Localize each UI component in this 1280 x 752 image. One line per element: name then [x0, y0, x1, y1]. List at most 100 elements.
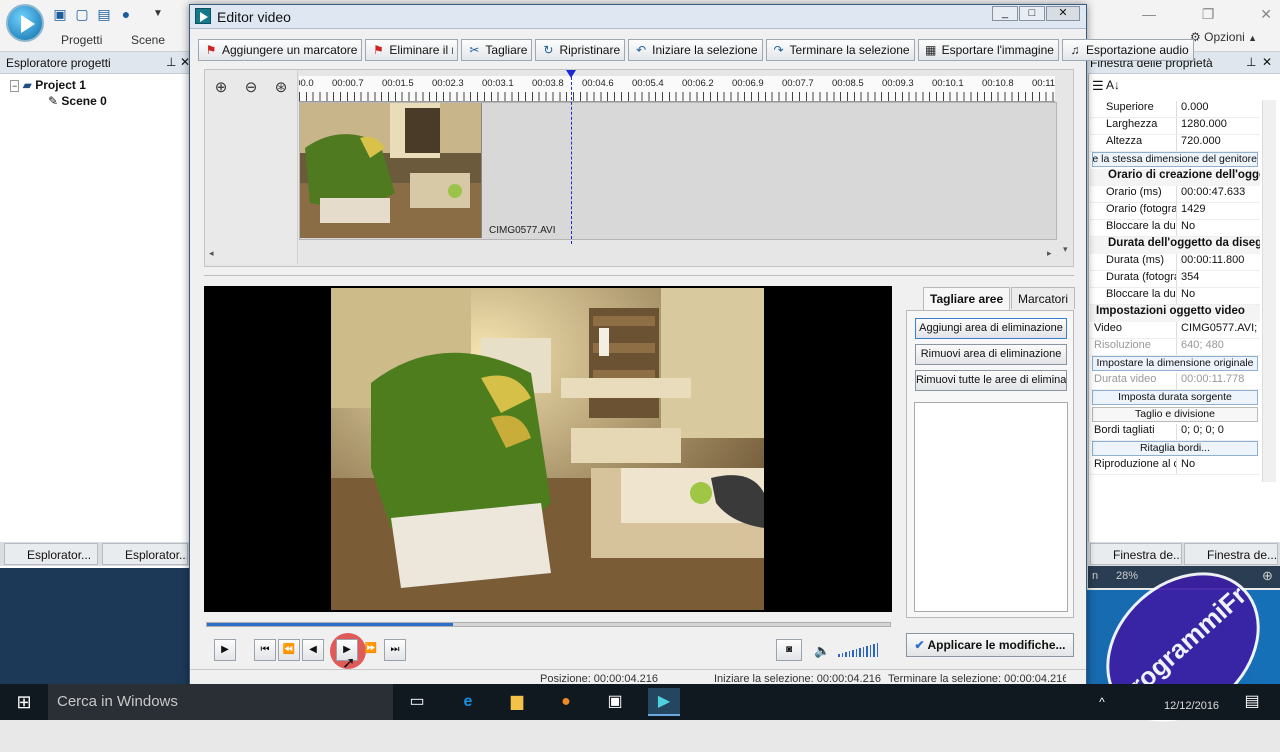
new-project-icon[interactable]: ▣	[52, 6, 68, 22]
add-delete-area-button[interactable]: Aggiungi area di eliminazione	[915, 318, 1067, 339]
delete-marker-button[interactable]: ⚑ Eliminare il m...	[365, 39, 459, 61]
timeline-scrollbar[interactable]: ◂ ▸ ▾	[205, 244, 1071, 264]
task-view-icon[interactable]: ▭	[403, 688, 431, 716]
prop-value[interactable]: 0.000	[1176, 101, 1260, 117]
scroll-left-icon[interactable]: ◂	[209, 248, 214, 259]
remove-delete-area-button[interactable]: Rimuovi area di eliminazione	[915, 344, 1067, 365]
play-button[interactable]: ▶	[214, 639, 236, 661]
tab-properties-2[interactable]: Finestra de...	[1184, 543, 1278, 565]
prop-value[interactable]: 00:00:11.800	[1176, 254, 1260, 270]
prop-value[interactable]: CIMG0577.AVI;	[1176, 322, 1260, 338]
video-editor-taskbar-icon[interactable]: ▶	[648, 688, 680, 716]
prop-category-duration[interactable]: Durata dell'oggetto da disegnare	[1090, 237, 1260, 254]
snapshot-button[interactable]: ◙	[776, 639, 802, 661]
prop-row-top[interactable]: Superiore 0.000	[1090, 101, 1260, 118]
zoom-fit-icon[interactable]: ⊛	[271, 78, 291, 98]
prop-row-video[interactable]: Video CIMG0577.AVI;	[1090, 322, 1260, 339]
restore-icon[interactable]: ❐	[1202, 6, 1215, 26]
timeline-ruler[interactable]: 00:00.0 00:00.7 00:01.5 00:02.3 00:03.1 00:03…	[299, 76, 1055, 102]
zoom-in-icon[interactable]: ⊕	[1262, 568, 1273, 584]
prop-row-height[interactable]: Altezza 720.000	[1090, 135, 1260, 152]
options-button[interactable]: ⚙ Opzioni ▲	[1190, 30, 1257, 44]
minimize-icon[interactable]: —	[1142, 6, 1156, 26]
zoom-in-icon[interactable]: ⊕	[211, 78, 231, 98]
tree-node-scene[interactable]: ✎ Scene 0	[48, 94, 107, 108]
prop-row-duration-frames[interactable]: Durata (fotogrammi)354	[1090, 271, 1260, 288]
cut-button[interactable]: ✂ Tagliare	[461, 39, 533, 61]
prop-value[interactable]: No	[1176, 458, 1260, 474]
edge-browser-icon[interactable]: e	[454, 688, 482, 716]
go-end-button[interactable]: ⏭	[384, 639, 406, 661]
set-original-size-button[interactable]: Impostare la dimensione originale	[1092, 356, 1258, 371]
notifications-icon[interactable]: ▤	[1238, 688, 1266, 716]
prop-row-time-frames[interactable]: Orario (fotogrammi)1429	[1090, 203, 1260, 220]
play-project-icon[interactable]: ●	[118, 6, 134, 22]
minimize-button[interactable]: _	[992, 6, 1018, 21]
prop-value[interactable]: 1280.000	[1176, 118, 1260, 134]
pin-icon[interactable]: ⊥	[166, 55, 176, 69]
step-back-button[interactable]: ◀	[302, 639, 324, 661]
taskbar-clock[interactable]: 12/12/2016	[1164, 688, 1219, 712]
prop-value[interactable]: 1429	[1176, 203, 1260, 219]
tree-node-project[interactable]: − ▰ Project 1	[10, 78, 86, 92]
areas-list[interactable]	[914, 402, 1068, 612]
prop-row-time-ms[interactable]: Orario (ms) 00:00:47.633	[1090, 186, 1260, 203]
playhead-marker[interactable]	[566, 70, 576, 78]
editor-titlebar[interactable]: Editor video _ □ ✕	[190, 5, 1086, 29]
export-audio-button[interactable]: ♫ Esportazione audio	[1061, 39, 1194, 61]
zoom-out-icon[interactable]: ⊖	[241, 78, 261, 98]
playhead-line[interactable]	[571, 72, 572, 244]
prop-category-creation[interactable]: Orario di creazione dell'oggetto	[1090, 169, 1260, 186]
restore-button[interactable]: ↻ Ripristinare	[535, 39, 626, 61]
pin-icon[interactable]: ⊥	[1246, 55, 1256, 69]
scroll-down-icon[interactable]: ▾	[1063, 244, 1068, 255]
prop-row-lock-duration-2[interactable]: Bloccare la durataNo	[1090, 288, 1260, 305]
close-icon[interactable]: ✕	[1262, 55, 1272, 69]
splitter[interactable]	[204, 275, 1074, 276]
tab-explorer-1[interactable]: Esplorator...	[4, 543, 98, 565]
prop-value[interactable]: No	[1176, 220, 1260, 236]
prop-row-reverse[interactable]: Riproduzione al contrarioNo	[1090, 458, 1260, 475]
add-marker-button[interactable]: ⚑ Aggiungere un marcatore	[198, 39, 363, 61]
crop-edges-button[interactable]: Ritaglia bordi...	[1092, 441, 1258, 456]
rewind-button[interactable]: ⏪	[278, 639, 300, 661]
set-source-duration-button[interactable]: Imposta durata sorgente	[1092, 390, 1258, 405]
firefox-icon[interactable]: ●	[552, 688, 580, 716]
video-clip-thumbnail[interactable]	[300, 103, 482, 238]
apply-changes-button[interactable]: ✔ Applicare le modifiche...	[906, 633, 1074, 657]
close-icon[interactable]: ✕	[1260, 6, 1272, 26]
remove-all-areas-button[interactable]: Rimuovi tutte le aree di eliminazione	[915, 370, 1067, 391]
maximize-button[interactable]: □	[1019, 6, 1045, 21]
sort-categorized-icon[interactable]: ☰	[1092, 78, 1104, 94]
selection-start-button[interactable]: ↶ Iniziare la selezione	[628, 39, 763, 61]
tab-explorer-2[interactable]: Esplorator...	[102, 543, 188, 565]
prop-value[interactable]: 354	[1176, 271, 1260, 287]
volume-icon[interactable]: 🔈	[814, 643, 830, 659]
prop-row-cut-edges[interactable]: Bordi tagliati 0; 0; 0; 0	[1090, 424, 1260, 441]
properties-scrollbar[interactable]	[1262, 100, 1276, 482]
set-parent-size-button[interactable]: Impostare la stessa dimensione del genit…	[1092, 152, 1258, 167]
playback-progress-bar[interactable]	[206, 622, 891, 627]
selection-end-button[interactable]: ↷ Terminare la selezione	[765, 39, 915, 61]
ribbon-tab-scenes[interactable]: Scene	[131, 33, 165, 47]
go-start-button[interactable]: ⏮	[254, 639, 276, 661]
app-logo-icon[interactable]	[6, 4, 44, 42]
tray-chevron-icon[interactable]: ^	[1088, 688, 1116, 716]
prop-row-lock-duration[interactable]: Bloccare la durataNo	[1090, 220, 1260, 237]
close-button[interactable]: ✕	[1046, 6, 1080, 21]
tab-markers[interactable]: Marcatori	[1011, 287, 1076, 309]
fast-forward-button[interactable]: ⏩	[360, 639, 382, 661]
file-explorer-icon[interactable]: ▆	[503, 688, 531, 716]
prop-value[interactable]: 00:00:47.633	[1176, 186, 1260, 202]
quick-access-dropdown-icon[interactable]: ▼	[150, 6, 166, 22]
taskbar-search-box[interactable]: Cerca in Windows	[48, 684, 393, 720]
ribbon-tab-projects[interactable]: Progetti	[61, 33, 102, 47]
tab-cut-areas[interactable]: Tagliare aree	[923, 287, 1011, 310]
video-track[interactable]: CIMG0577.AVI	[299, 102, 1057, 240]
new-file-icon[interactable]: ▢	[74, 6, 90, 22]
prop-row-duration-ms[interactable]: Durata (ms) 00:00:11.800	[1090, 254, 1260, 271]
save-icon[interactable]: ▤	[96, 6, 112, 22]
prop-value[interactable]: No	[1176, 288, 1260, 304]
prop-value[interactable]: 0; 0; 0; 0	[1176, 424, 1260, 440]
prop-category-video[interactable]: Impostazioni oggetto video	[1090, 305, 1260, 322]
